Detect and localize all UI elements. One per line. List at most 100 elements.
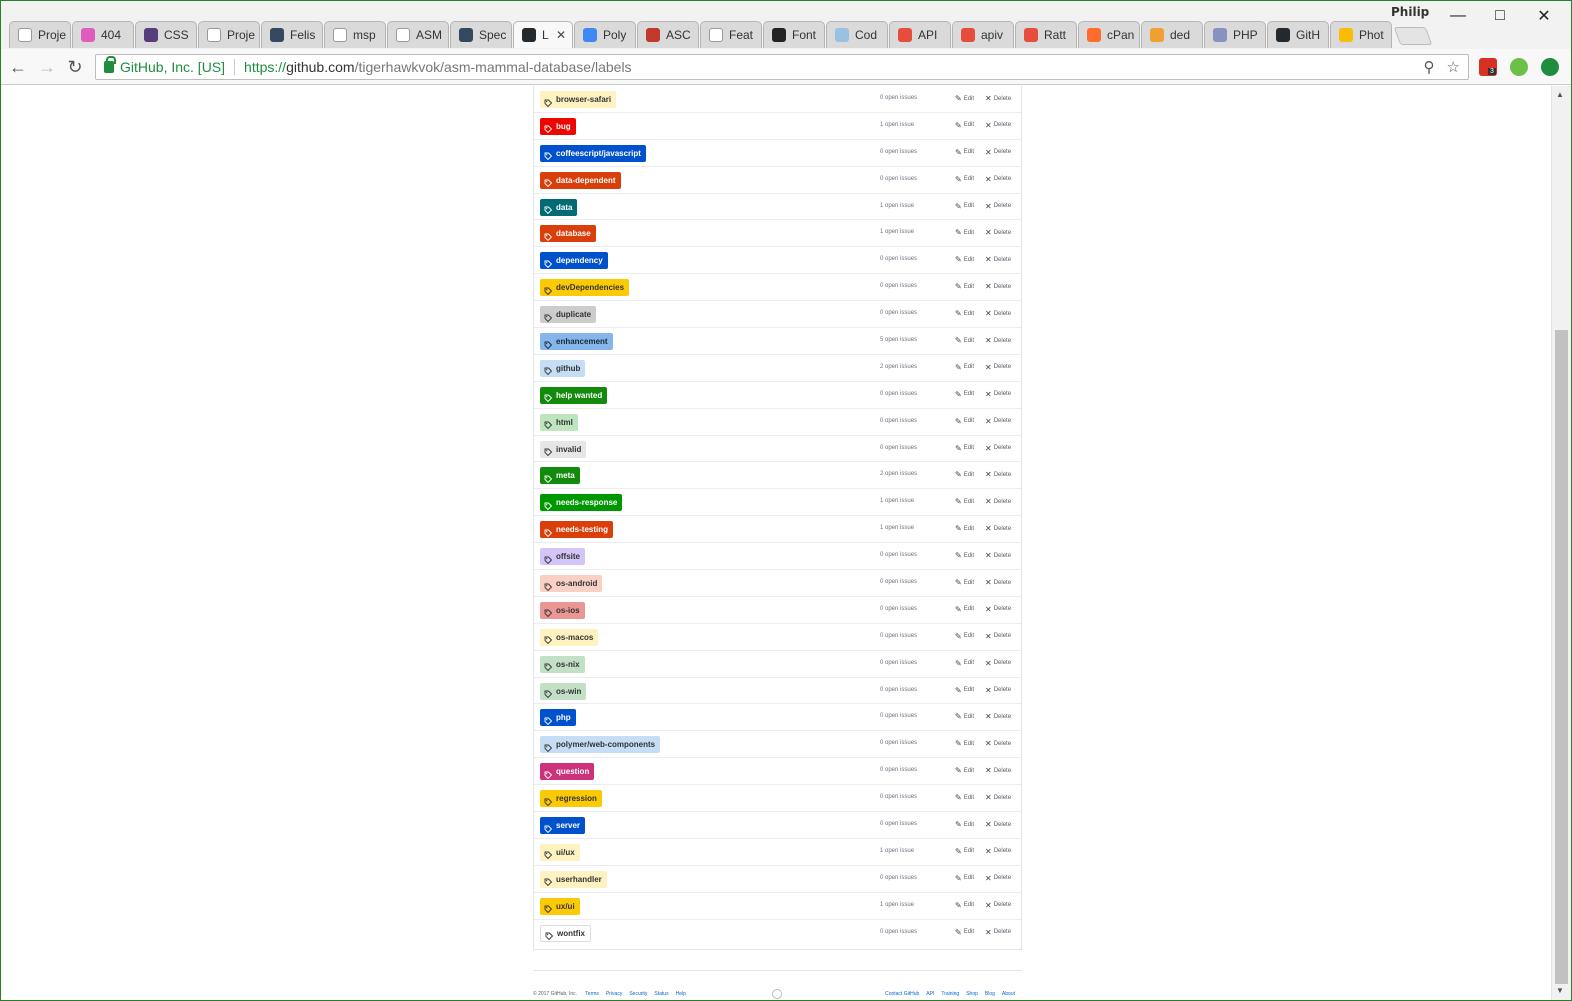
browser-tab[interactable]: API (889, 21, 951, 48)
open-issues-link[interactable]: 0 open issues (880, 794, 917, 800)
delete-button[interactable]: ✕ Delete (985, 363, 1011, 372)
open-issues-link[interactable]: 0 open issues (880, 660, 917, 666)
edit-button[interactable]: ✎ Edit (955, 874, 974, 883)
label-badge[interactable]: needs-testing (540, 521, 614, 539)
edit-button[interactable]: ✎ Edit (955, 524, 974, 533)
label-badge[interactable]: database (540, 225, 596, 243)
open-issues-link[interactable]: 0 open issues (880, 95, 917, 101)
browser-tab[interactable]: Proje (198, 21, 260, 48)
delete-button[interactable]: ✕ Delete (985, 470, 1011, 479)
open-issues-link[interactable]: 0 open issues (880, 445, 917, 451)
open-issues-link[interactable]: 0 open issues (880, 176, 917, 182)
profile-name[interactable]: Philip (1391, 5, 1429, 19)
delete-button[interactable]: ✕ Delete (985, 282, 1011, 291)
back-icon[interactable]: ← (7, 56, 29, 78)
github-mark-icon[interactable] (772, 989, 782, 999)
extension-green-icon[interactable] (1510, 58, 1528, 76)
browser-tab[interactable]: Ratt (1015, 21, 1077, 48)
delete-button[interactable]: ✕ Delete (985, 497, 1011, 506)
label-badge[interactable]: os-ios (540, 601, 585, 619)
open-issues-link[interactable]: 0 open issues (880, 149, 917, 155)
forward-icon[interactable]: → (36, 56, 58, 78)
label-badge[interactable]: server (540, 817, 586, 835)
label-badge[interactable]: html (540, 413, 578, 431)
open-issues-link[interactable]: 0 open issues (880, 283, 917, 289)
browser-tab[interactable]: msp (324, 21, 386, 48)
browser-tab[interactable]: cPan (1078, 21, 1140, 48)
open-issues-link[interactable]: 1 open issue (880, 902, 914, 908)
edit-button[interactable]: ✎ Edit (955, 202, 974, 211)
label-badge[interactable]: dependency (540, 252, 608, 270)
open-issues-link[interactable]: 0 open issues (880, 310, 917, 316)
delete-button[interactable]: ✕ Delete (985, 309, 1011, 318)
label-badge[interactable]: needs-response (540, 494, 623, 512)
footer-link[interactable]: Security (629, 991, 647, 997)
edit-button[interactable]: ✎ Edit (955, 928, 974, 937)
delete-button[interactable]: ✕ Delete (985, 739, 1011, 748)
label-badge[interactable]: polymer/web-components (540, 736, 661, 754)
delete-button[interactable]: ✕ Delete (985, 148, 1011, 157)
open-issues-link[interactable]: 0 open issues (880, 821, 917, 827)
delete-button[interactable]: ✕ Delete (985, 121, 1011, 130)
edit-button[interactable]: ✎ Edit (955, 605, 974, 614)
delete-button[interactable]: ✕ Delete (985, 847, 1011, 856)
scroll-up-icon[interactable]: ▲ (1556, 90, 1564, 99)
edit-button[interactable]: ✎ Edit (955, 94, 974, 103)
delete-button[interactable]: ✕ Delete (985, 712, 1011, 721)
browser-tab[interactable]: CSS (135, 21, 197, 48)
edit-button[interactable]: ✎ Edit (955, 901, 974, 910)
edit-button[interactable]: ✎ Edit (955, 847, 974, 856)
edit-button[interactable]: ✎ Edit (955, 121, 974, 130)
browser-tab[interactable]: PHP (1204, 21, 1266, 48)
delete-button[interactable]: ✕ Delete (985, 551, 1011, 560)
edit-button[interactable]: ✎ Edit (955, 228, 974, 237)
label-badge[interactable]: help wanted (540, 386, 608, 404)
edit-button[interactable]: ✎ Edit (955, 255, 974, 264)
label-badge[interactable]: os-win (540, 682, 587, 700)
edit-button[interactable]: ✎ Edit (955, 686, 974, 695)
footer-link[interactable]: Terms (585, 991, 599, 997)
open-issues-link[interactable]: 0 open issues (880, 740, 917, 746)
open-issues-link[interactable]: 0 open issues (880, 713, 917, 719)
edit-button[interactable]: ✎ Edit (955, 793, 974, 802)
label-badge[interactable]: question (540, 763, 595, 781)
delete-button[interactable]: ✕ Delete (985, 793, 1011, 802)
label-badge[interactable]: enhancement (540, 333, 613, 351)
label-badge[interactable]: devDependencies (540, 279, 630, 297)
edit-button[interactable]: ✎ Edit (955, 417, 974, 426)
edit-button[interactable]: ✎ Edit (955, 363, 974, 372)
browser-tab[interactable]: ASM (387, 21, 449, 48)
edit-button[interactable]: ✎ Edit (955, 632, 974, 641)
label-badge[interactable]: php (540, 709, 576, 727)
edit-button[interactable]: ✎ Edit (955, 444, 974, 453)
label-badge[interactable]: ux/ui (540, 897, 580, 915)
open-issues-link[interactable]: 1 open issue (880, 122, 914, 128)
delete-button[interactable]: ✕ Delete (985, 766, 1011, 775)
footer-link[interactable]: Blog (985, 991, 995, 997)
address-bar[interactable]: GitHub, Inc. [US] https://github.com/tig… (95, 54, 1469, 80)
zoom-icon[interactable]: ⚲ (1424, 58, 1435, 76)
delete-button[interactable]: ✕ Delete (985, 255, 1011, 264)
delete-button[interactable]: ✕ Delete (985, 686, 1011, 695)
delete-button[interactable]: ✕ Delete (985, 901, 1011, 910)
footer-link[interactable]: Privacy (606, 991, 622, 997)
footer-link[interactable]: API (926, 991, 934, 997)
browser-tab[interactable]: ded (1141, 21, 1203, 48)
maximize-icon[interactable]: □ (1477, 3, 1523, 29)
label-badge[interactable]: browser-safari (540, 91, 617, 108)
browser-tab[interactable]: Felis (261, 21, 323, 48)
label-badge[interactable]: os-nix (540, 655, 585, 673)
browser-tab[interactable]: Phot (1330, 21, 1392, 48)
close-tab-icon[interactable]: ✕ (556, 28, 566, 42)
open-issues-link[interactable]: 0 open issues (880, 418, 917, 424)
label-badge[interactable]: os-macos (540, 628, 599, 646)
edit-button[interactable]: ✎ Edit (955, 739, 974, 748)
edit-button[interactable]: ✎ Edit (955, 497, 974, 506)
open-issues-link[interactable]: 1 open issue (880, 525, 914, 531)
open-issues-link[interactable]: 2 open issues (880, 364, 917, 370)
label-badge[interactable]: userhandler (540, 870, 607, 888)
open-issues-link[interactable]: 0 open issues (880, 929, 917, 935)
edit-button[interactable]: ✎ Edit (955, 148, 974, 157)
minimize-icon[interactable]: — (1435, 3, 1481, 29)
delete-button[interactable]: ✕ Delete (985, 228, 1011, 237)
